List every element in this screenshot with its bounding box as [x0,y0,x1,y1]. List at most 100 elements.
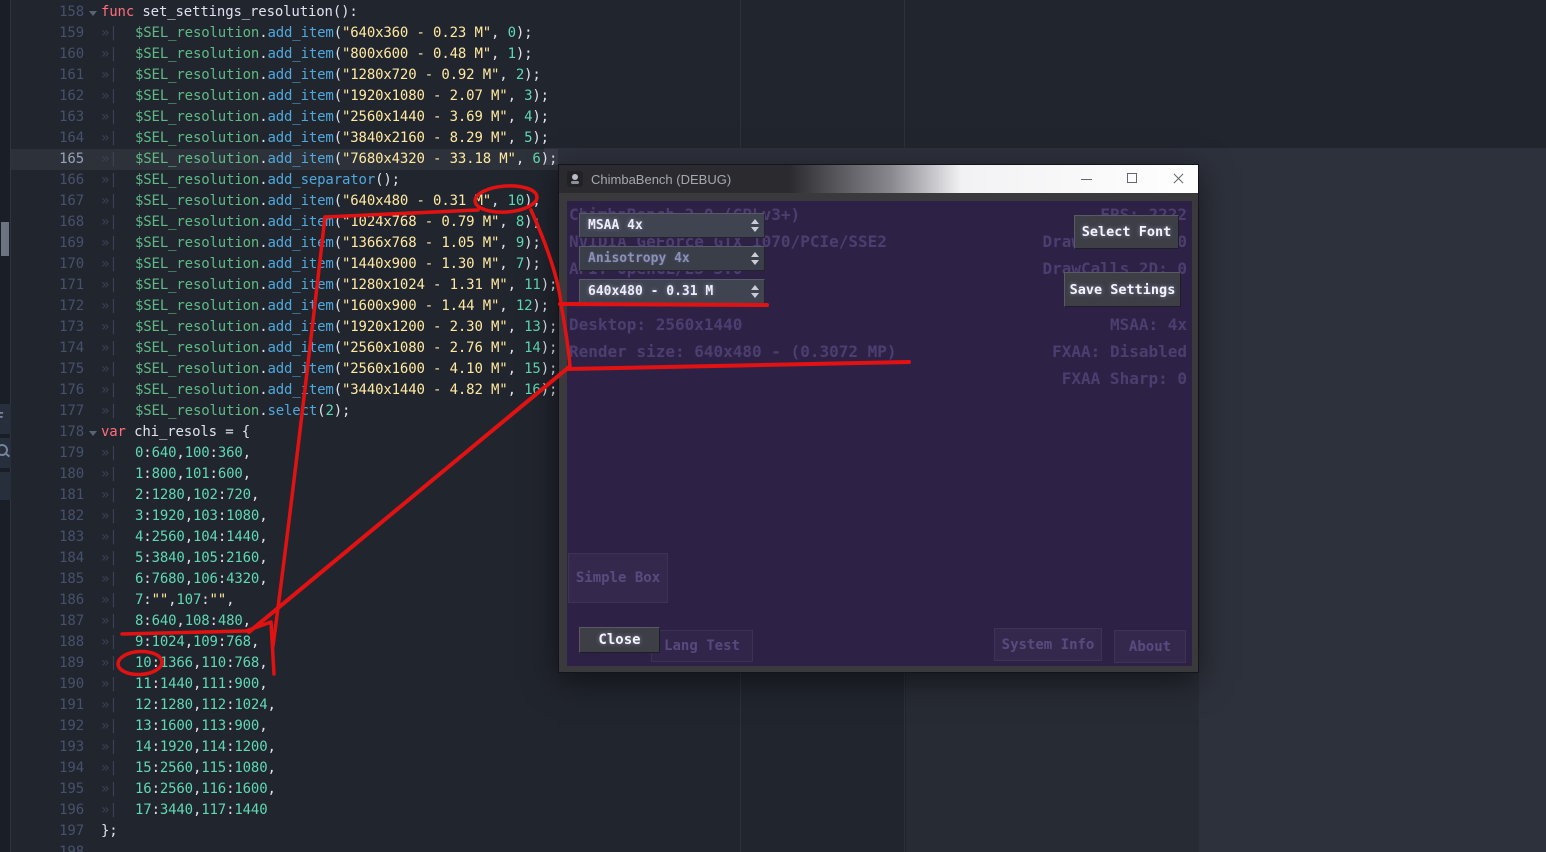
code-text: $SEL_resolution.add_item("1024x768 - 0.7… [135,214,541,230]
line-number[interactable]: 198 [11,842,84,852]
about-button[interactable]: About [1114,630,1186,663]
line-number[interactable]: 173 [11,317,84,338]
line-number[interactable]: 174 [11,338,84,359]
line-number[interactable]: 187 [11,611,84,632]
code-line-196[interactable]: 196 »| 17:3440,117:1440 [11,800,917,821]
tab-indent-marker: »| [101,613,118,629]
line-number[interactable]: 172 [11,296,84,317]
tab-indent-marker: »| [101,172,118,188]
line-number[interactable]: 175 [11,359,84,380]
line-number[interactable]: 179 [11,443,84,464]
code-line-192[interactable]: 192 »| 13:1600,113:900, [11,716,917,737]
line-number[interactable]: 161 [11,65,84,86]
code-line-159[interactable]: 159 »| $SEL_resolution.add_item("640x360 -… [11,23,917,44]
code-line-158[interactable]: 158 func set_settings_resolution(): [11,2,917,23]
code-line-198[interactable]: 198 [11,842,917,852]
line-number[interactable]: 163 [11,107,84,128]
rail-button-search-icon[interactable] [0,438,11,468]
msaa-dropdown[interactable]: MSAA 4x [579,213,765,238]
line-number[interactable]: 168 [11,212,84,233]
line-number[interactable]: 188 [11,632,84,653]
line-number[interactable]: 190 [11,674,84,695]
line-number[interactable]: 197 [11,821,84,842]
lang-test-button[interactable]: Lang Test [651,630,753,662]
close-window-button-icon[interactable] [1163,165,1193,193]
spinner-arrows-icon[interactable] [751,285,759,298]
line-number[interactable]: 195 [11,779,84,800]
spinner-arrows-icon[interactable] [751,219,759,232]
save-settings-button[interactable]: Save Settings [1064,272,1181,307]
resolution-dropdown[interactable]: 640x480 - 0.31 M [579,279,765,304]
code-line-162[interactable]: 162 »| $SEL_resolution.add_item("1920x1080… [11,86,917,107]
line-number[interactable]: 159 [11,23,84,44]
line-number[interactable]: 180 [11,464,84,485]
code-line-160[interactable]: 160 »| $SEL_resolution.add_item("800x600 -… [11,44,917,65]
line-number[interactable]: 181 [11,485,84,506]
line-number[interactable]: 166 [11,170,84,191]
line-number[interactable]: 196 [11,800,84,821]
line-number[interactable]: 189 [11,653,84,674]
line-number[interactable]: 171 [11,275,84,296]
code-line-191[interactable]: 191 »| 12:1280,112:1024, [11,695,917,716]
code-text: $SEL_resolution.add_item("640x360 - 0.23… [135,25,533,41]
dropdown-selected-value: Anisotropy 4x [588,251,690,266]
code-line-195[interactable]: 195 »| 16:2560,116:1600, [11,779,917,800]
line-number[interactable]: 183 [11,527,84,548]
minimize-button-icon[interactable] [1071,165,1101,193]
code-text: 14:1920,114:1200, [135,739,276,755]
tab-indent-marker: »| [101,151,118,167]
line-number[interactable]: 184 [11,548,84,569]
window-titlebar[interactable]: ChimbaBench (DEBUG) [559,165,1198,193]
code-line-161[interactable]: 161 »| $SEL_resolution.add_item("1280x720 … [11,65,917,86]
system-info-button[interactable]: System Info [994,628,1102,661]
code-text: 17:3440,117:1440 [135,802,268,818]
select-font-button[interactable]: Select Font [1074,215,1179,249]
dropdown-selected-value: 640x480 - 0.31 M [588,284,714,299]
rail-button-distraction-icon[interactable]: F [0,404,11,434]
line-number[interactable]: 170 [11,254,84,275]
line-number[interactable]: 165 [11,149,84,170]
line-number[interactable]: 176 [11,380,84,401]
line-number[interactable]: 162 [11,86,84,107]
editor-left-rail: F [0,0,11,852]
code-text: var chi_resols = { [101,424,251,440]
code-text: $SEL_resolution.add_item("2560x1440 - 3.… [135,109,549,125]
line-number[interactable]: 164 [11,128,84,149]
anisotropy-dropdown[interactable]: Anisotropy 4x [579,246,765,271]
tab-indent-marker: »| [101,655,118,671]
line-number[interactable]: 191 [11,695,84,716]
code-line-197[interactable]: 197}; [11,821,917,842]
code-text: $SEL_resolution.select(2); [135,403,351,419]
code-line-193[interactable]: 193 »| 14:1920,114:1200, [11,737,917,758]
simple-box-button[interactable]: Simple Box [568,553,668,603]
code-text: 12:1280,112:1024, [135,697,276,713]
line-number[interactable]: 178 [11,422,84,443]
code-line-194[interactable]: 194 »| 15:2560,115:1080, [11,758,917,779]
code-text: $SEL_resolution.add_item("1920x1080 - 2.… [135,88,549,104]
window-title: ChimbaBench (DEBUG) [591,172,732,187]
line-number[interactable]: 167 [11,191,84,212]
line-number[interactable]: 169 [11,233,84,254]
line-number[interactable]: 182 [11,506,84,527]
tab-indent-marker: »| [101,277,118,293]
code-line-163[interactable]: 163 »| $SEL_resolution.add_item("2560x1440… [11,107,917,128]
code-text: 10:1366,110:768, [135,655,268,671]
code-line-164[interactable]: 164 »| $SEL_resolution.add_item("3840x2160… [11,128,917,149]
line-number[interactable]: 158 [11,2,84,23]
line-number[interactable]: 185 [11,569,84,590]
maximize-button-icon[interactable] [1117,165,1147,193]
line-number[interactable]: 160 [11,44,84,65]
rail-button-icon[interactable] [0,472,11,500]
tab-indent-marker: »| [101,781,118,797]
code-text: 0:640,100:360, [135,445,251,461]
spinner-arrows-icon[interactable] [751,252,759,265]
line-number[interactable]: 194 [11,758,84,779]
close-button[interactable]: Close [579,627,660,653]
line-number[interactable]: 193 [11,737,84,758]
code-line-190[interactable]: 190 »| 11:1440,111:900, [11,674,917,695]
line-number[interactable]: 186 [11,590,84,611]
tab-indent-marker: »| [101,466,118,482]
line-number[interactable]: 192 [11,716,84,737]
line-number[interactable]: 177 [11,401,84,422]
scrollbar-thumb[interactable] [1,222,9,256]
